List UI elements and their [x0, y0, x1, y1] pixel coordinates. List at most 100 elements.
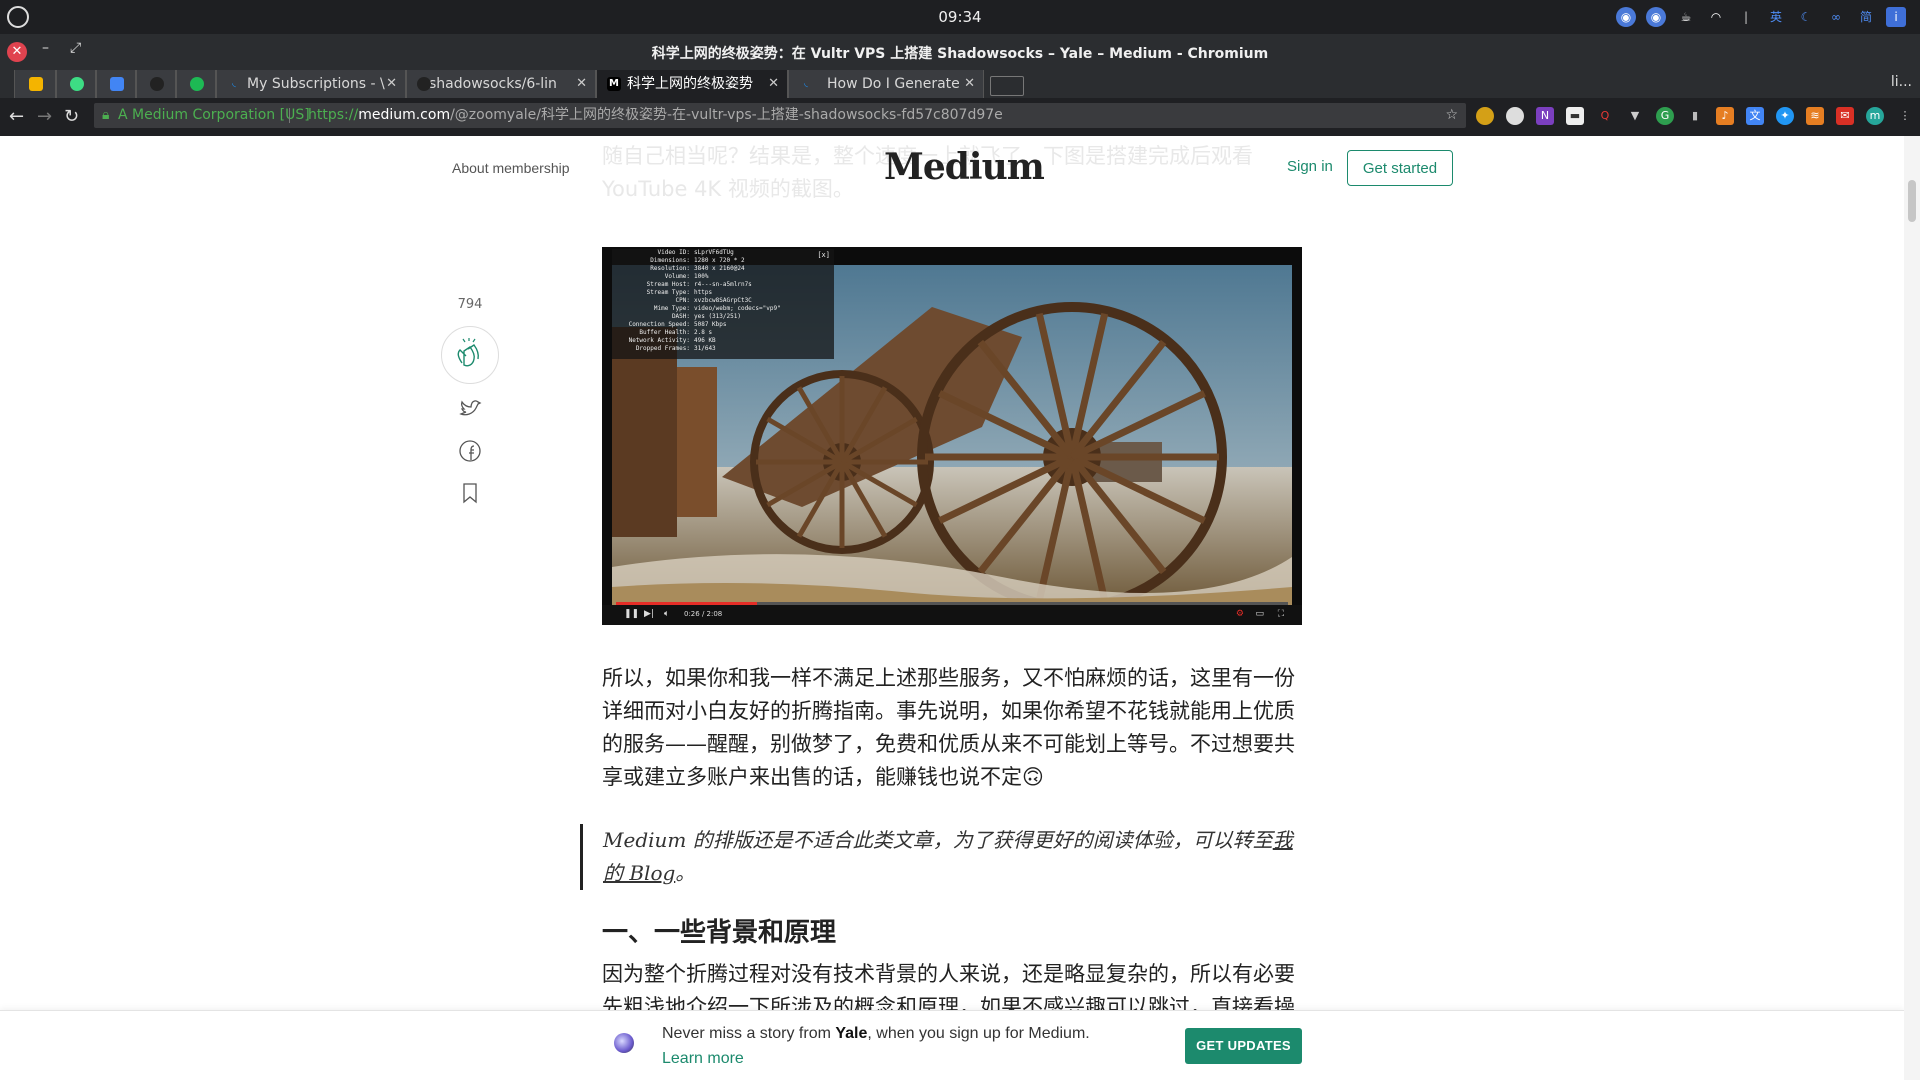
onenote-icon[interactable]: N [1536, 107, 1554, 125]
clap-button[interactable] [441, 326, 499, 384]
grammarly-icon[interactable]: G [1656, 107, 1674, 125]
scrollbar-thumb[interactable] [1908, 180, 1916, 222]
tab-close-icon[interactable]: ✕ [964, 70, 975, 98]
bookmark-icon[interactable] [457, 480, 483, 506]
youtube-4k-screenshot: [x] Video ID: sLprVF6dTUg Dimensions: 1280 … [602, 247, 1302, 625]
menu-icon[interactable]: ⋮ [1896, 107, 1914, 125]
rss-ext-icon[interactable]: ≋ [1806, 107, 1824, 125]
glasses-icon[interactable]: ∞ [1826, 7, 1846, 27]
reload-icon[interactable]: ↻ [64, 106, 79, 127]
video-controls: ❚❚ ▶| 🔈︎ 0:26 / 2:08 ⚙ ▭ ⛶ [602, 605, 1302, 625]
back-icon[interactable]: ← [9, 106, 24, 127]
window-title: 科学上网的终极姿势：在 Vultr VPS 上搭建 Shadowsocks – … [651, 46, 1269, 62]
tab-close-icon[interactable]: ✕ [576, 70, 587, 98]
stats-row: Stream Host: r4---sn-a5mlrn7s [612, 281, 834, 289]
stats-key: Stream Host: [646, 281, 690, 288]
compass-icon[interactable]: ✦ [1776, 107, 1794, 125]
stats-row: CPN: xvzbcw8SAGrpCt3C [612, 297, 834, 305]
forward-icon[interactable]: → [37, 106, 52, 127]
tab-overflow[interactable]: li... [1891, 74, 1912, 90]
stats-key: Dimensions: [650, 257, 690, 264]
tab-pinned-translate[interactable] [96, 70, 136, 98]
theater-icon[interactable]: ▭ [1255, 609, 1264, 619]
tab-close-icon[interactable]: ✕ [768, 70, 779, 98]
ev-certificate-org[interactable]: A Medium Corporation [US] [118, 103, 310, 128]
tab-pinned-rss[interactable] [56, 70, 96, 98]
browser-toolbar: ← → ↻ 🔒︎ A Medium Corporation [US] https… [0, 98, 1920, 136]
next-icon[interactable]: ▶| [644, 609, 654, 619]
tab-pinned-spotify[interactable] [176, 70, 216, 98]
wifi-icon[interactable]: ◠ [1706, 7, 1726, 27]
extension-circle-icon[interactable] [1476, 107, 1494, 125]
url-host: medium.com [358, 107, 451, 123]
extension-m-icon[interactable]: m [1866, 107, 1884, 125]
input-method-en-icon[interactable]: 英 [1766, 7, 1786, 27]
page-scrollbar[interactable] [1904, 136, 1920, 1080]
extension-note-icon[interactable]: ▬ [1566, 107, 1584, 125]
facebook-icon[interactable] [457, 438, 483, 464]
quora-icon[interactable]: Q [1596, 107, 1614, 125]
volume-icon[interactable]: 🔈︎ [664, 609, 669, 619]
chrome-tray-icon[interactable]: ◉ [1616, 7, 1636, 27]
signup-banner: Never miss a story from Yale, when you s… [0, 1010, 1904, 1080]
url-scheme: https:// [308, 107, 359, 123]
github-icon [150, 77, 164, 91]
stats-row: Dropped Frames: 31/643 [612, 345, 834, 353]
medium-logo[interactable]: Medium [884, 146, 1045, 188]
extension-orange-icon[interactable]: ♪ [1716, 107, 1734, 125]
vue-icon[interactable]: ▼ [1626, 107, 1644, 125]
stats-row: Video ID: sLprVF6dTUg [612, 249, 834, 257]
system-menu-icon[interactable] [7, 6, 29, 28]
coffee-icon[interactable]: ☕ [1676, 7, 1696, 27]
bookmark-star-icon[interactable]: ☆ [1445, 103, 1458, 128]
tab-shadowsocks[interactable]: shadowsocks/6-lin ✕ [406, 70, 596, 98]
fullscreen-icon[interactable]: ⛶ [1278, 609, 1284, 619]
stats-for-nerds-overlay: [x] Video ID: sLprVF6dTUg Dimensions: 1280 … [612, 249, 834, 359]
tab-my-subscriptions[interactable]: ◟ My Subscriptions - \ ✕ [216, 70, 406, 98]
moon-icon[interactable]: ☾ [1796, 7, 1816, 27]
get-updates-button[interactable]: GET UPDATES [1185, 1028, 1302, 1064]
stats-value: https [694, 289, 713, 296]
info-icon[interactable]: i [1886, 7, 1906, 27]
stats-key: Dropped Frames: [635, 345, 690, 352]
d-icon: ◟ [804, 78, 808, 89]
extension-phone-icon[interactable]: ▮ [1686, 107, 1704, 125]
stats-value: xvzbcw8SAGrpCt3C [694, 297, 752, 304]
simplified-chinese-icon[interactable]: 简 [1856, 7, 1876, 27]
window-titlebar: ✕ – ⤢ 科学上网的终极姿势：在 Vultr VPS 上搭建 Shadowso… [0, 34, 1920, 70]
tab-pinned-drive[interactable] [14, 70, 56, 98]
tab-current-article[interactable]: M 科学上网的终极姿势 ✕ [596, 70, 788, 98]
separator-icon: | [1743, 10, 1749, 24]
blockquote: Medium 的排版还是不适合此类文章，为了获得更好的阅读体验，可以转至我的 B… [580, 824, 1310, 890]
stats-key: Mime Type: [653, 305, 690, 312]
learn-more-link[interactable]: Learn more [662, 1050, 744, 1067]
get-started-button[interactable]: Get started [1347, 150, 1453, 186]
system-tray: ◉ ◉ ☕ ◠ | 英 ☾ ∞ 简 i [1616, 6, 1906, 28]
url-path: /@zoomyale/科学上网的终极姿势-在-vultr-vps-上搭建-sha… [450, 107, 1003, 123]
tab-pinned-github[interactable] [136, 70, 176, 98]
stats-key: Connection Speed: [628, 321, 690, 328]
about-membership-link[interactable]: About membership [452, 160, 570, 176]
lock-icon[interactable]: 🔒︎ [102, 103, 109, 128]
pause-icon[interactable]: ❚❚ [624, 609, 639, 619]
stats-value: 100% [694, 273, 709, 280]
new-tab-button[interactable] [990, 76, 1024, 96]
twitter-icon[interactable] [457, 396, 483, 422]
d-icon: ◟ [232, 78, 236, 89]
stats-row: Buffer Health: 2.8 s [612, 329, 834, 337]
section-heading: 一、一些背景和原理 [602, 918, 837, 948]
settings-hd-icon[interactable]: ⚙ [1236, 609, 1244, 619]
gmail-icon[interactable]: ✉ [1836, 107, 1854, 125]
translate-ext-icon[interactable]: 文 [1746, 107, 1764, 125]
sign-in-link[interactable]: Sign in [1287, 158, 1333, 175]
stats-value: 5087 Kbps [694, 321, 727, 328]
chromium-tray-icon[interactable]: ◉ [1646, 7, 1666, 27]
clap-icon [457, 338, 479, 367]
tab-how-do-i-generate[interactable]: ◟ How Do I Generate ✕ [788, 70, 984, 98]
address-bar[interactable]: 🔒︎ A Medium Corporation [US] https://med… [94, 103, 1466, 128]
author-avatar[interactable] [614, 1033, 634, 1053]
url-text[interactable]: https://medium.com/@zoomyale/科学上网的终极姿势-在… [308, 103, 1003, 128]
extension-grey-icon[interactable] [1506, 107, 1524, 125]
stats-close-icon[interactable]: [x] [817, 251, 830, 259]
tab-close-icon[interactable]: ✕ [386, 70, 397, 98]
